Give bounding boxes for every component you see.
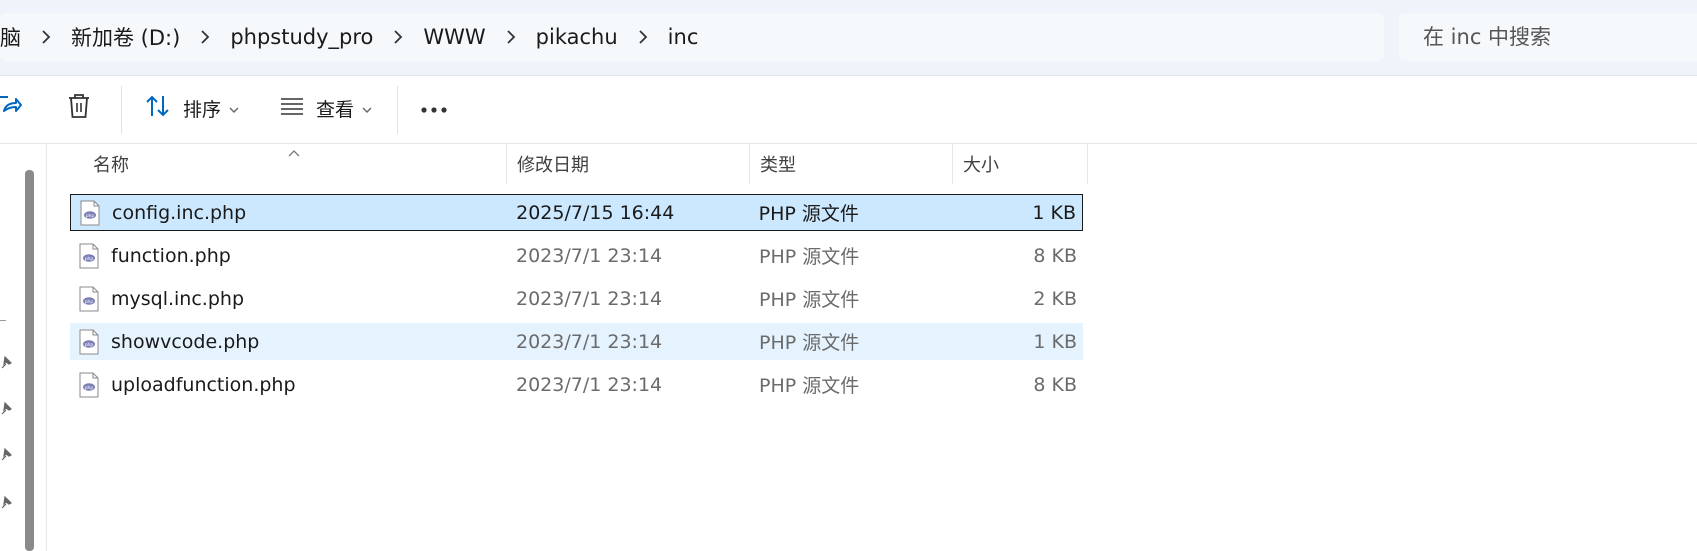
sort-label: 排序 [183, 98, 222, 121]
pin-icon [0, 446, 14, 466]
toolbar-divider [121, 86, 122, 134]
file-name-cell: php uploadfunction.php [70, 372, 506, 398]
breadcrumb-item-inc[interactable]: inc [658, 13, 709, 61]
chevron-right-icon[interactable] [190, 13, 220, 61]
file-size: 2 KB [1033, 287, 1077, 310]
sort-arrows-icon [145, 94, 171, 123]
navigation-pane[interactable] [0, 144, 47, 551]
php-file-icon: php [79, 243, 99, 268]
file-type: PHP 源文件 [759, 332, 860, 354]
column-header-date[interactable]: 修改日期 [507, 144, 750, 184]
sort-ascending-icon [288, 141, 300, 162]
delete-button[interactable] [67, 86, 91, 130]
file-name: mysql.inc.php [111, 287, 244, 310]
svg-text:php: php [85, 299, 94, 305]
toolbar-divider [397, 86, 398, 134]
breadcrumb-item-pikachu[interactable]: pikachu [526, 13, 628, 61]
chevron-down-icon [362, 97, 372, 119]
file-date: 2023/7/1 23:14 [516, 330, 663, 353]
search-input[interactable] [1421, 24, 1685, 50]
svg-text:php: php [85, 385, 94, 391]
breadcrumb-item-this-pc[interactable]: 脑 [0, 13, 31, 61]
pin-icon [0, 400, 14, 420]
column-size-label: 大小 [963, 155, 999, 176]
svg-text:php: php [85, 256, 94, 262]
share-button[interactable] [0, 86, 22, 130]
pin-icon [0, 354, 14, 374]
file-size: 1 KB [1033, 330, 1077, 353]
file-name: showvcode.php [111, 330, 260, 353]
svg-text:php: php [85, 342, 94, 348]
file-date: 2023/7/1 23:14 [516, 287, 663, 310]
breadcrumb-item-www[interactable]: WWW [413, 13, 495, 61]
file-type: PHP 源文件 [758, 203, 859, 225]
more-horizontal-icon [420, 97, 448, 119]
file-name: uploadfunction.php [111, 373, 296, 396]
file-size: 8 KB [1033, 373, 1077, 396]
trash-icon [67, 93, 91, 124]
file-date: 2023/7/1 23:14 [516, 373, 663, 396]
php-file-icon: php [80, 200, 100, 225]
nav-scrollbar[interactable] [25, 170, 34, 551]
file-type: PHP 源文件 [759, 246, 860, 268]
file-row[interactable]: php function.php 2023/7/1 23:14 PHP 源文件 … [70, 237, 1083, 274]
file-size: 1 KB [1032, 201, 1076, 224]
column-type-label: 类型 [760, 155, 796, 176]
file-row[interactable]: php mysql.inc.php 2023/7/1 23:14 PHP 源文件… [70, 280, 1083, 317]
breadcrumb-item-drive-d[interactable]: 新加卷 (D:) [61, 13, 190, 61]
share-icon [0, 93, 22, 124]
pin-icon [0, 494, 14, 514]
tree-line [0, 320, 6, 321]
chevron-down-icon [229, 97, 239, 119]
php-file-icon: php [79, 372, 99, 397]
file-date: 2023/7/1 23:14 [516, 244, 663, 267]
breadcrumb-item-phpstudy-pro[interactable]: phpstudy_pro [220, 13, 383, 61]
file-type: PHP 源文件 [759, 375, 860, 397]
column-header-row: 名称 修改日期 类型 大小 [68, 144, 1088, 184]
chevron-right-icon[interactable] [31, 13, 61, 61]
search-box[interactable] [1399, 13, 1697, 61]
chevron-right-icon[interactable] [496, 13, 526, 61]
file-row[interactable]: php uploadfunction.php 2023/7/1 23:14 PH… [70, 366, 1083, 403]
file-name-cell: php function.php [70, 243, 506, 269]
file-date: 2025/7/15 16:44 [516, 201, 675, 224]
file-list: php config.inc.php 2025/7/15 16:44 PHP 源… [70, 194, 1083, 409]
file-row[interactable]: php showvcode.php 2023/7/1 23:14 PHP 源文件… [70, 323, 1083, 360]
chevron-right-icon[interactable] [628, 13, 658, 61]
column-header-name[interactable]: 名称 [68, 144, 507, 184]
breadcrumb[interactable]: 脑 新加卷 (D:) phpstudy_pro WWW pikachu inc [0, 13, 1384, 61]
column-header-size[interactable]: 大小 [953, 144, 1088, 184]
address-bar-row: 脑 新加卷 (D:) phpstudy_pro WWW pikachu inc [0, 0, 1697, 76]
sort-button[interactable]: 排序 [145, 86, 239, 130]
view-button[interactable]: 查看 [280, 86, 372, 130]
php-file-icon: php [79, 329, 99, 354]
file-explorer-window: 脑 新加卷 (D:) phpstudy_pro WWW pikachu inc [0, 0, 1697, 551]
file-name: config.inc.php [112, 201, 247, 224]
file-name-cell: php config.inc.php [71, 200, 506, 226]
file-name: function.php [111, 244, 231, 267]
command-bar: 排序 查看 [0, 76, 1697, 144]
more-options-button[interactable] [420, 86, 448, 130]
view-label: 查看 [316, 98, 355, 121]
php-file-icon: php [79, 286, 99, 311]
svg-text:php: php [86, 213, 95, 219]
file-row[interactable]: php config.inc.php 2025/7/15 16:44 PHP 源… [70, 194, 1083, 231]
file-name-cell: php showvcode.php [70, 329, 506, 355]
file-size: 8 KB [1033, 244, 1077, 267]
file-name-cell: php mysql.inc.php [70, 286, 506, 312]
column-header-type[interactable]: 类型 [750, 144, 953, 184]
column-name-label: 名称 [93, 155, 129, 176]
chevron-right-icon[interactable] [383, 13, 413, 61]
view-list-icon [280, 97, 304, 120]
file-type: PHP 源文件 [759, 289, 860, 311]
column-date-label: 修改日期 [517, 155, 589, 176]
